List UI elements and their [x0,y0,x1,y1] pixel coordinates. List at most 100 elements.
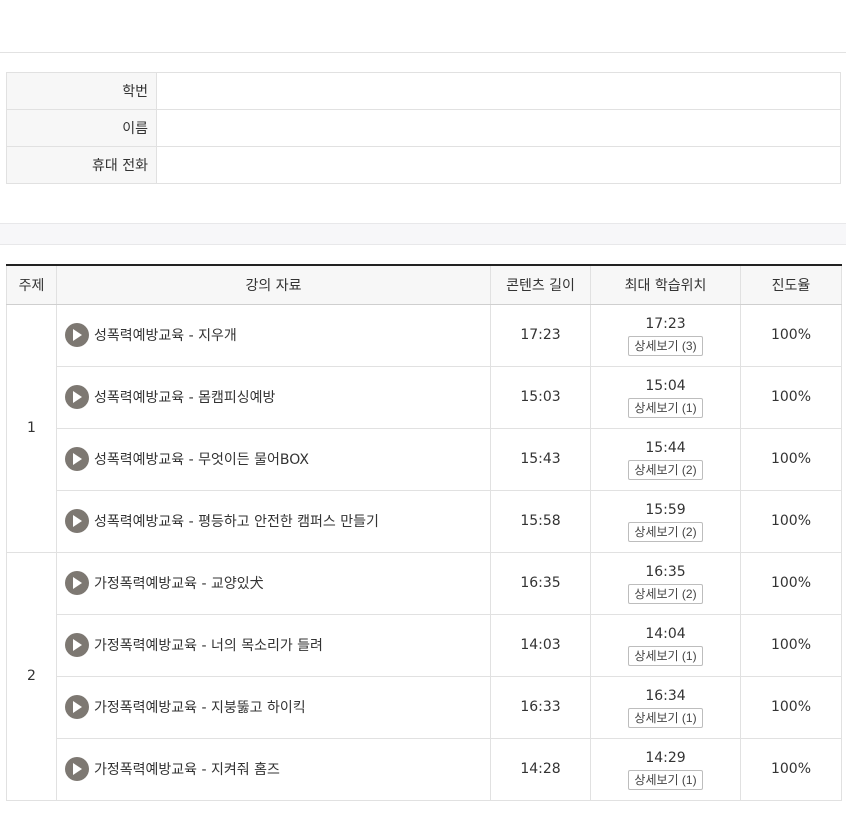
lecture-link[interactable]: 가정폭력예방교육 - 지붕뚫고 하이킥 [65,695,490,719]
lecture-link[interactable]: 성폭력예방교육 - 몸캠피싱예방 [65,385,490,409]
info-label-student-id: 학번 [6,72,157,110]
detail-button[interactable]: 상세보기 (3) [628,335,703,356]
length-cell: 16:35 [490,551,591,615]
length-cell: 14:03 [490,613,591,677]
progress-cell: 100% [740,303,842,367]
info-row-student-id: 학번 [6,72,841,110]
lecture-link[interactable]: 성폭력예방교육 - 지우개 [65,323,490,347]
detail-button[interactable]: 상세보기 (1) [628,707,703,728]
max-position-time: 15:04 [645,377,686,394]
play-circle-icon[interactable] [65,571,89,595]
table-row: 1 성폭력예방교육 - 지우개 17:23 17:23 상세보기 (3) 100% [6,303,842,553]
length-cell: 16:33 [490,675,591,739]
max-position-cell: 14:04 상세보기 (1) [590,613,741,677]
topic-cell: 2 [6,551,57,801]
play-circle-icon[interactable] [65,695,89,719]
lecture-table-body: 1 성폭력예방교육 - 지우개 17:23 17:23 상세보기 (3) 100% 성폭력예… [6,303,842,801]
lecture-title[interactable]: 가정폭력예방교육 - 너의 목소리가 들려 [94,635,323,655]
progress-cell: 100% [740,613,842,677]
lecture-link[interactable]: 가정폭력예방교육 - 교양있犬 [65,571,490,595]
header-topic: 주제 [6,264,57,305]
table-row: 성폭력예방교육 - 몸캠피싱예방 15:03 15:04 상세보기 (1) 100% [7,365,842,429]
max-position-cell: 16:35 상세보기 (2) [590,551,741,615]
material-cell: 성폭력예방교육 - 몸캠피싱예방 [56,365,491,429]
play-circle-icon[interactable] [65,385,89,409]
student-info-table: 학번 이름 휴대 전화 [6,72,841,184]
play-circle-icon[interactable] [65,447,89,471]
material-cell: 가정폭력예방교육 - 너의 목소리가 들려 [56,613,491,677]
max-position-cell: 15:59 상세보기 (2) [590,489,741,553]
progress-cell: 100% [740,365,842,429]
detail-button[interactable]: 상세보기 (2) [628,521,703,542]
lecture-link[interactable]: 성폭력예방교육 - 평등하고 안전한 캠퍼스 만들기 [65,509,490,533]
info-value-phone [156,146,841,184]
max-position-cell: 15:44 상세보기 (2) [590,427,741,491]
material-cell: 성폭력예방교육 - 무엇이든 물어BOX [56,427,491,491]
header-max-position: 최대 학습위치 [590,264,741,305]
length-cell: 15:03 [490,365,591,429]
max-position-time: 14:04 [645,625,686,642]
max-position-time: 16:35 [645,563,686,580]
lecture-title[interactable]: 성폭력예방교육 - 몸캠피싱예방 [94,387,275,407]
detail-button[interactable]: 상세보기 (1) [628,769,703,790]
material-cell: 가정폭력예방교육 - 교양있犬 [56,551,491,615]
max-position-time: 14:29 [645,749,686,766]
material-cell: 가정폭력예방교육 - 지켜줘 홈즈 [56,737,491,801]
detail-button[interactable]: 상세보기 (2) [628,583,703,604]
lecture-link[interactable]: 가정폭력예방교육 - 지켜줘 홈즈 [65,757,490,781]
table-row: 성폭력예방교육 - 무엇이든 물어BOX 15:43 15:44 상세보기 (2) 10… [7,427,842,491]
max-position-time: 16:34 [645,687,686,704]
lecture-title[interactable]: 가정폭력예방교육 - 교양있犬 [94,573,264,593]
max-position-cell: 16:34 상세보기 (1) [590,675,741,739]
header-length: 콘텐츠 길이 [490,264,591,305]
header-material: 강의 자료 [56,264,491,305]
length-cell: 14:28 [490,737,591,801]
progress-cell: 100% [740,737,842,801]
progress-cell: 100% [740,551,842,615]
info-row-name: 이름 [6,109,841,147]
max-position-time: 15:44 [645,439,686,456]
table-row: 가정폭력예방교육 - 지켜줘 홈즈 14:28 14:29 상세보기 (1) 100% [7,737,842,801]
length-cell: 17:23 [490,303,591,367]
progress-cell: 100% [740,675,842,739]
info-row-phone: 휴대 전화 [6,146,841,184]
detail-button[interactable]: 상세보기 (1) [628,397,703,418]
play-circle-icon[interactable] [65,323,89,347]
lecture-title[interactable]: 가정폭력예방교육 - 지붕뚫고 하이킥 [94,697,306,717]
play-circle-icon[interactable] [65,757,89,781]
topic-cell: 1 [6,303,57,553]
length-cell: 15:43 [490,427,591,491]
header-progress: 진도율 [740,264,842,305]
lecture-title[interactable]: 성폭력예방교육 - 지우개 [94,325,237,345]
max-position-cell: 15:04 상세보기 (1) [590,365,741,429]
detail-button[interactable]: 상세보기 (1) [628,645,703,666]
lecture-link[interactable]: 성폭력예방교육 - 무엇이든 물어BOX [65,447,490,471]
top-divider [0,52,846,53]
lecture-progress-table: 주제 강의 자료 콘텐츠 길이 최대 학습위치 진도율 1 성폭력예방교육 - 지… [6,264,842,801]
lecture-title[interactable]: 가정폭력예방교육 - 지켜줘 홈즈 [94,759,280,779]
info-value-name [156,109,841,147]
table-row: 가정폭력예방교육 - 너의 목소리가 들려 14:03 14:04 상세보기 (1) 1… [7,613,842,677]
info-value-student-id [156,72,841,110]
info-label-phone: 휴대 전화 [6,146,157,184]
max-position-time: 17:23 [645,315,686,332]
max-position-cell: 17:23 상세보기 (3) [590,303,741,367]
table-row: 성폭력예방교육 - 평등하고 안전한 캠퍼스 만들기 15:58 15:59 상세보기… [7,489,842,553]
material-cell: 성폭력예방교육 - 평등하고 안전한 캠퍼스 만들기 [56,489,491,553]
length-cell: 15:58 [490,489,591,553]
progress-cell: 100% [740,489,842,553]
lecture-link[interactable]: 가정폭력예방교육 - 너의 목소리가 들려 [65,633,490,657]
lecture-title[interactable]: 성폭력예방교육 - 평등하고 안전한 캠퍼스 만들기 [94,511,379,531]
table-row: 가정폭력예방교육 - 지붕뚫고 하이킥 16:33 16:34 상세보기 (1) 100… [7,675,842,739]
table-header-row: 주제 강의 자료 콘텐츠 길이 최대 학습위치 진도율 [6,264,842,305]
play-circle-icon[interactable] [65,509,89,533]
material-cell: 가정폭력예방교육 - 지붕뚫고 하이킥 [56,675,491,739]
detail-button[interactable]: 상세보기 (2) [628,459,703,480]
play-circle-icon[interactable] [65,633,89,657]
max-position-cell: 14:29 상세보기 (1) [590,737,741,801]
max-position-time: 15:59 [645,501,686,518]
progress-cell: 100% [740,427,842,491]
material-cell: 성폭력예방교육 - 지우개 [56,303,491,367]
section-band [0,223,846,245]
lecture-title[interactable]: 성폭력예방교육 - 무엇이든 물어BOX [94,449,309,469]
